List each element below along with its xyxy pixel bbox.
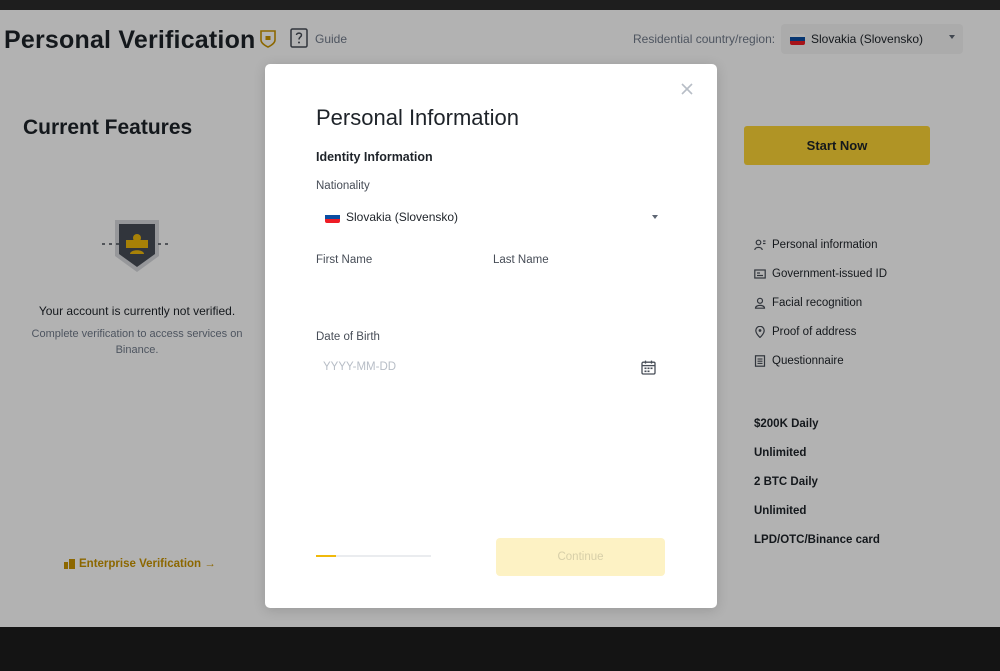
dob-input[interactable] bbox=[316, 352, 616, 382]
step-progress-bar bbox=[316, 555, 431, 557]
section-title: Identity Information bbox=[316, 150, 433, 164]
calendar-icon[interactable] bbox=[641, 360, 656, 375]
chevron-down-icon bbox=[652, 215, 658, 219]
last-name-input[interactable] bbox=[493, 277, 663, 307]
close-icon[interactable] bbox=[679, 81, 695, 97]
nationality-select[interactable]: Slovakia (Slovensko) bbox=[316, 202, 662, 232]
personal-information-modal: Personal Information Identity Informatio… bbox=[265, 64, 717, 608]
first-name-label: First Name bbox=[316, 254, 373, 266]
nationality-value: Slovakia (Slovensko) bbox=[346, 210, 459, 224]
continue-button[interactable]: Continue bbox=[496, 538, 665, 576]
dob-field bbox=[316, 352, 662, 382]
window-bottom-bar bbox=[0, 627, 1000, 671]
dob-label: Date of Birth bbox=[316, 331, 380, 343]
nationality-label: Nationality bbox=[316, 180, 370, 192]
first-name-input[interactable] bbox=[316, 277, 480, 307]
last-name-label: Last Name bbox=[493, 254, 549, 266]
modal-title: Personal Information bbox=[316, 105, 519, 130]
window-top-edge bbox=[0, 0, 1000, 10]
slovakia-flag-icon bbox=[325, 211, 340, 223]
step-progress-fill bbox=[316, 555, 336, 557]
